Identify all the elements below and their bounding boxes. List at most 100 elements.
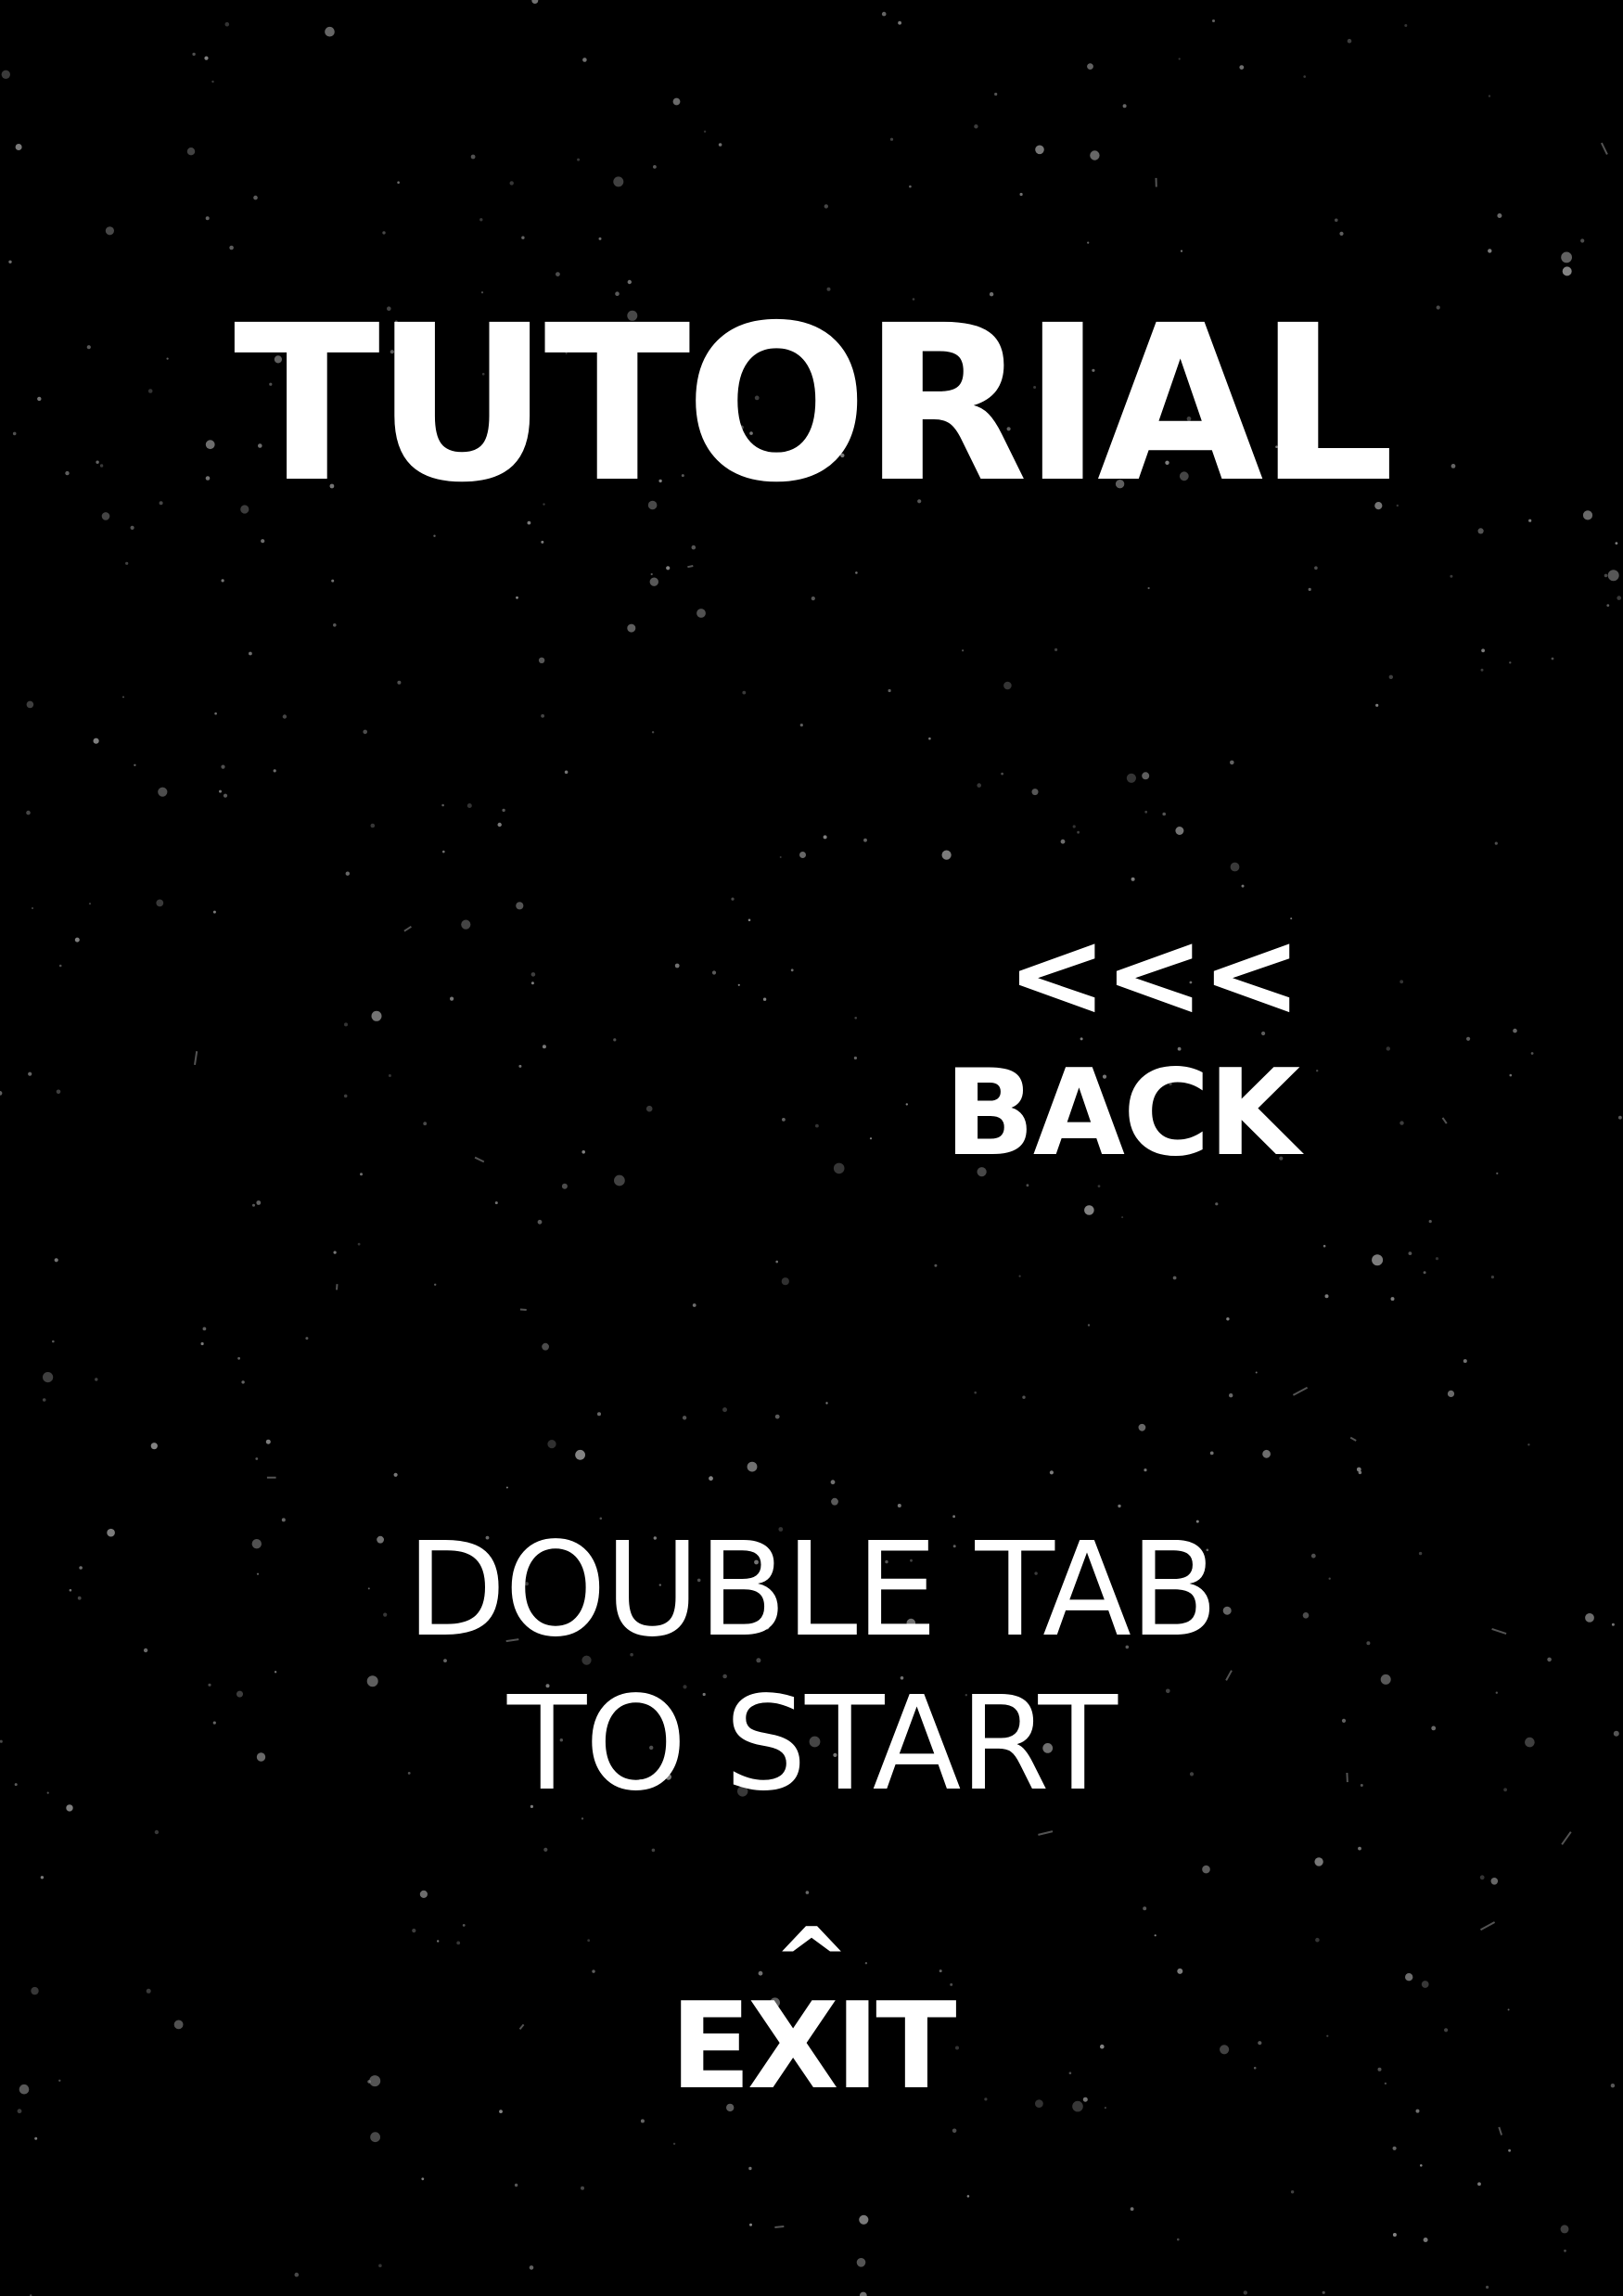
star (256, 1200, 262, 1205)
star (450, 996, 454, 1001)
star (703, 130, 707, 133)
back-button[interactable]: <<< BACK (944, 914, 1302, 1174)
star (1230, 760, 1234, 765)
star (305, 1337, 309, 1340)
star (1481, 648, 1485, 653)
star (650, 572, 653, 576)
star (200, 1341, 204, 1346)
star (1480, 668, 1484, 672)
star (74, 937, 80, 943)
star (241, 1380, 245, 1384)
star (1178, 58, 1181, 60)
star (692, 1303, 696, 1307)
star (122, 696, 124, 699)
star (651, 1848, 656, 1853)
star (325, 26, 335, 37)
star (1180, 250, 1183, 252)
star (543, 1847, 548, 1852)
star (1372, 1254, 1384, 1266)
star (1551, 657, 1554, 661)
star (1118, 1504, 1121, 1508)
star (811, 596, 815, 601)
star (1003, 681, 1012, 690)
star (742, 690, 747, 695)
star (1564, 2249, 1566, 2252)
star (531, 0, 539, 4)
star (1335, 218, 1338, 223)
star (421, 2177, 425, 2181)
star (855, 571, 858, 574)
star (774, 1414, 780, 1419)
star (722, 1407, 727, 1413)
star (0, 1091, 3, 1096)
star (397, 181, 400, 184)
star-streak (1038, 1830, 1054, 1836)
start-prompt[interactable]: DOUBLE TAB TO START (0, 1526, 1623, 1810)
star (1404, 24, 1408, 27)
star (214, 712, 217, 715)
star (1420, 2164, 1423, 2167)
star (281, 1518, 286, 1522)
star (1490, 1878, 1499, 1885)
star (15, 144, 22, 150)
star (204, 56, 209, 60)
star (502, 808, 505, 813)
star (530, 981, 534, 985)
star (52, 1340, 55, 1343)
star (202, 1327, 207, 1331)
star (1018, 1275, 1021, 1277)
star (1072, 825, 1076, 828)
star (1314, 1857, 1323, 1866)
star (1130, 2207, 1134, 2212)
exit-label: EXIT (670, 1978, 956, 2116)
star (881, 11, 887, 17)
star (1229, 1393, 1233, 1398)
star (370, 823, 376, 828)
star (1463, 1359, 1467, 1364)
star (799, 724, 803, 727)
star (1560, 2225, 1569, 2234)
star (1399, 1121, 1404, 1125)
star (749, 2223, 752, 2226)
star (331, 579, 335, 583)
star (1243, 2290, 1248, 2295)
star (130, 525, 134, 531)
star (928, 737, 931, 740)
star (154, 1829, 160, 1835)
star (56, 1089, 61, 1095)
star (1215, 1202, 1219, 1206)
star (856, 2258, 866, 2267)
star (518, 1064, 522, 1068)
star (1423, 1271, 1426, 1275)
star (1084, 1205, 1094, 1215)
star (542, 1045, 546, 1049)
exit-button[interactable]: ^ EXIT (0, 1916, 1623, 2107)
star (1324, 1294, 1329, 1299)
star (1347, 38, 1352, 44)
star-streak (336, 1284, 339, 1290)
star (1049, 1470, 1054, 1475)
star (542, 1342, 549, 1351)
star (790, 968, 794, 972)
star (934, 1263, 938, 1267)
star (674, 963, 680, 968)
star (419, 1890, 428, 1898)
star (393, 1472, 398, 1477)
star-streak (403, 925, 412, 932)
star (1408, 1251, 1412, 1255)
star (1415, 2109, 1420, 2113)
star (1054, 648, 1058, 652)
star (433, 534, 436, 537)
star (748, 918, 751, 922)
star (1087, 241, 1090, 244)
star (333, 1251, 337, 1254)
star (1104, 2107, 1106, 2110)
star (345, 871, 350, 876)
star (156, 899, 164, 907)
star (805, 1891, 810, 1894)
star (1358, 1846, 1361, 1851)
star (1615, 542, 1618, 545)
star (1087, 63, 1093, 70)
star (105, 226, 114, 236)
star (28, 1071, 32, 1076)
